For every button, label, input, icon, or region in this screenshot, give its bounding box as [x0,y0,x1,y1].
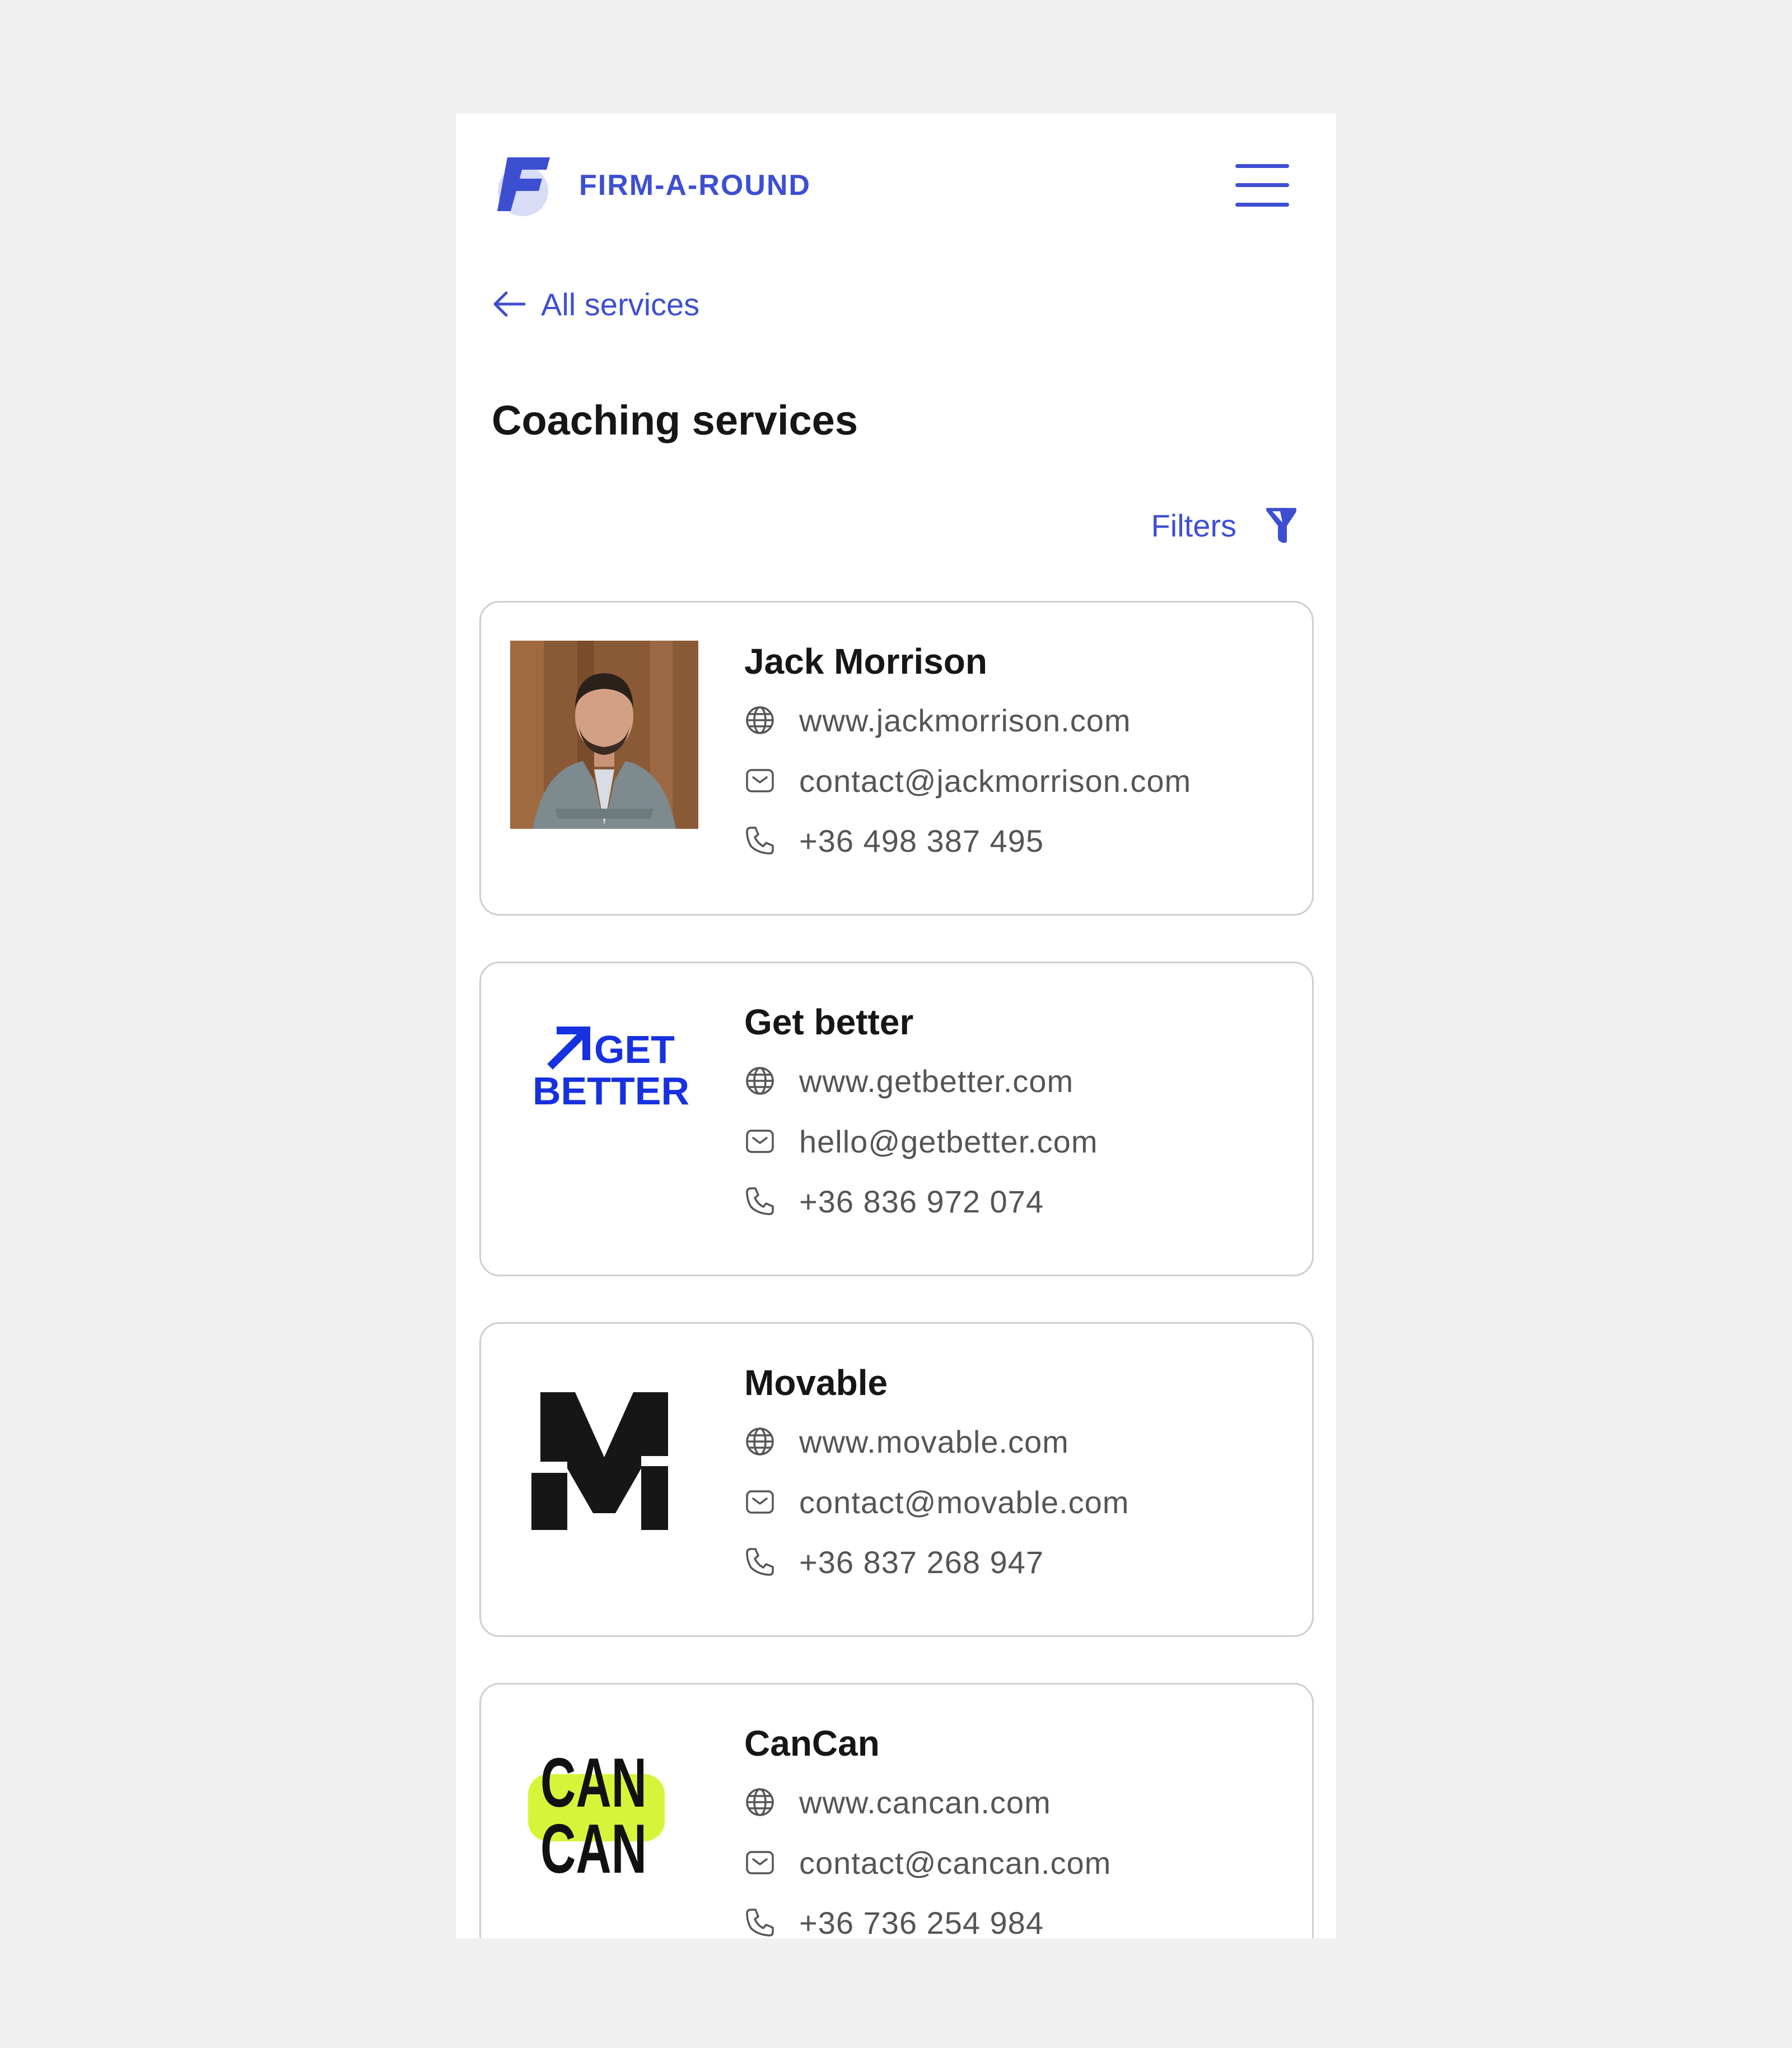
phone-screen: FIRM-A-ROUND All services Coaching servi… [456,114,1336,1938]
website-row[interactable]: www.jackmorrison.com [744,698,1131,743]
service-card[interactable]: CAN CAN CanCan www.cancan.com contact@ca… [479,1683,1314,1938]
card-name: CanCan [744,1723,880,1764]
filters-label: Filters [1151,507,1236,543]
globe-icon [746,1788,774,1816]
phone-icon [746,1187,774,1215]
brand-name[interactable]: FIRM-A-ROUND [579,169,811,202]
phone-number: +36 837 268 947 [799,1544,1044,1580]
service-card[interactable]: Jack Morrison www.jackmorrison.com conta… [479,601,1314,916]
cancan-logo-text-2: CAN [540,1811,647,1886]
jack-morrison-photo [510,641,698,829]
page-title: Coaching services [492,397,858,444]
app-header: FIRM-A-ROUND [456,114,1336,282]
phone-number: +36 498 387 495 [799,823,1044,859]
card-name: Jack Morrison [744,641,987,682]
website-link: www.cancan.com [799,1784,1051,1820]
phone-row[interactable]: +36 836 972 074 [744,1179,1044,1224]
email-row[interactable]: contact@movable.com [744,1480,1129,1524]
card-name: Movable [744,1363,888,1403]
cancan-logo: CAN CAN [528,1744,665,1886]
service-card[interactable]: Movable www.movable.com contact@movable.… [479,1322,1314,1637]
website-link: www.movable.com [799,1424,1069,1459]
envelope-icon [746,769,774,792]
back-to-all-services-link[interactable]: All services [492,282,699,326]
movable-logo [531,1392,677,1530]
globe-icon [746,1427,774,1455]
email-row[interactable]: contact@jackmorrison.com [744,758,1191,803]
firm-a-round-logo-icon[interactable] [495,153,557,217]
hamburger-menu-icon[interactable] [1235,164,1289,207]
back-link-label: All services [541,286,700,322]
phone-row[interactable]: +36 736 254 984 [744,1900,1044,1938]
get-better-logo: GET BETTER [533,1027,689,1113]
envelope-icon [746,1851,774,1874]
globe-icon [746,706,774,734]
phone-row[interactable]: +36 498 387 495 [744,818,1044,863]
email-link: hello@getbetter.com [799,1123,1098,1159]
email-row[interactable]: hello@getbetter.com [744,1119,1098,1164]
website-link: www.getbetter.com [799,1063,1074,1099]
website-row[interactable]: www.getbetter.com [744,1058,1074,1103]
envelope-icon [746,1130,774,1153]
phone-number: +36 736 254 984 [799,1905,1044,1939]
email-row[interactable]: contact@cancan.com [744,1840,1111,1885]
get-better-logo-text-1: GET [594,1028,675,1071]
envelope-icon [746,1490,774,1514]
card-name: Get better [744,1002,914,1042]
globe-icon [746,1067,774,1095]
phone-icon [746,1548,774,1576]
filters-button[interactable]: Filters [1151,506,1298,545]
phone-number: +36 836 972 074 [799,1183,1044,1219]
phone-icon [746,827,774,855]
service-card[interactable]: GET BETTER Get better www.getbetter.com … [479,962,1314,1276]
website-row[interactable]: www.cancan.com [744,1780,1051,1825]
website-link: www.jackmorrison.com [799,702,1131,738]
phone-icon [746,1909,774,1937]
filter-icon [1266,508,1296,543]
email-link: contact@jackmorrison.com [799,763,1192,799]
email-link: contact@movable.com [799,1484,1130,1520]
get-better-logo-text-2: BETTER [533,1069,689,1113]
phone-row[interactable]: +36 837 268 947 [744,1540,1044,1584]
email-link: contact@cancan.com [799,1845,1112,1881]
arrow-left-icon [493,291,526,317]
website-row[interactable]: www.movable.com [744,1419,1069,1464]
